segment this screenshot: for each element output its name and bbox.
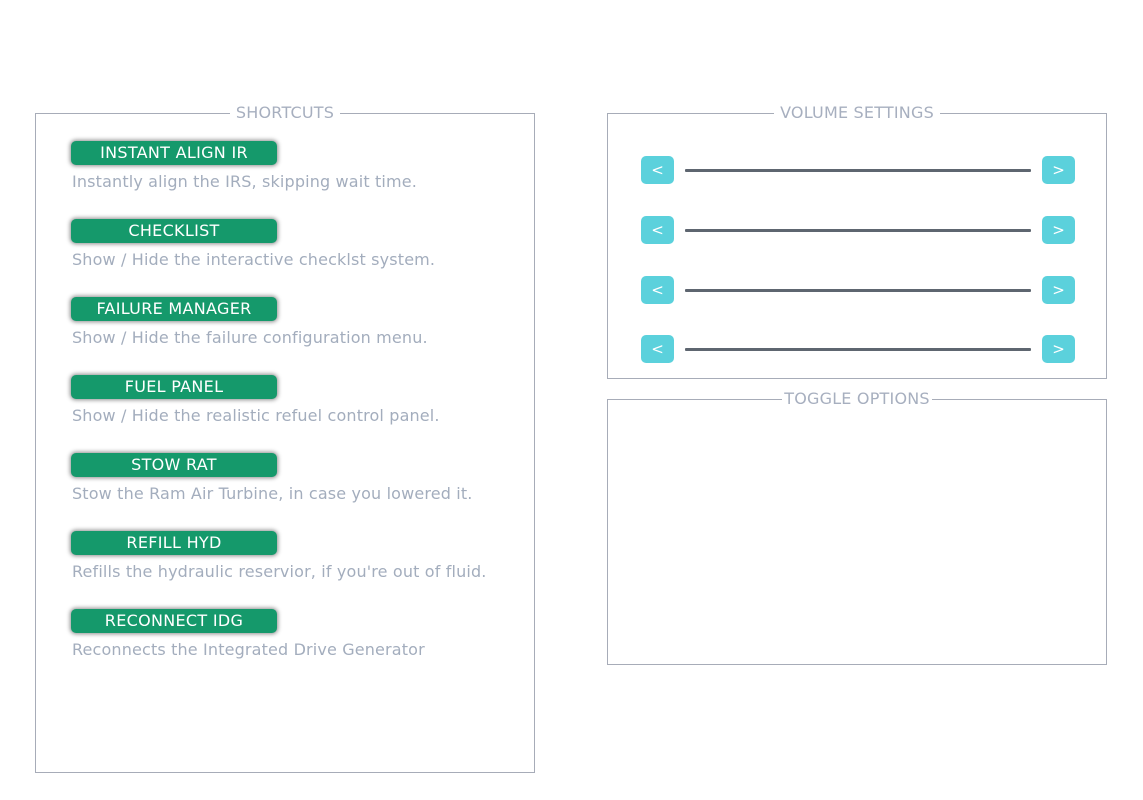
refill-hyd-description: Refills the hydraulic reservior, if you'…: [72, 562, 487, 581]
shortcuts-title-text: SHORTCUTS: [229, 103, 341, 122]
volume-increase-button[interactable]: >: [1042, 156, 1075, 184]
shortcuts-panel-title: SHORTCUTS: [36, 103, 534, 123]
checklist-description: Show / Hide the interactive checklst sys…: [72, 250, 436, 269]
volume-increase-button[interactable]: >: [1042, 335, 1075, 363]
volume-row: < >: [641, 335, 1075, 363]
shortcuts-panel: SHORTCUTS INSTANT ALIGN IR Instantly ali…: [35, 103, 535, 773]
shortcut-checklist: CHECKLIST Show / Hide the interactive ch…: [71, 219, 435, 269]
instant-align-ir-button[interactable]: INSTANT ALIGN IR: [71, 141, 277, 165]
volume-title-text: VOLUME SETTINGS: [774, 103, 940, 122]
volume-row: < >: [641, 216, 1075, 244]
volume-decrease-button[interactable]: <: [641, 335, 674, 363]
volume-decrease-button[interactable]: <: [641, 156, 674, 184]
stow-rat-button[interactable]: STOW RAT: [71, 453, 277, 477]
toggle-title-text: TOGGLE OPTIONS: [782, 389, 932, 408]
shortcut-fuel-panel: FUEL PANEL Show / Hide the realistic ref…: [71, 375, 440, 425]
refill-hyd-button[interactable]: REFILL HYD: [71, 531, 277, 555]
stow-rat-description: Stow the Ram Air Turbine, in case you lo…: [72, 484, 473, 503]
fuel-panel-button[interactable]: FUEL PANEL: [71, 375, 277, 399]
shortcut-instant-align: INSTANT ALIGN IR Instantly align the IRS…: [71, 141, 417, 191]
volume-increase-button[interactable]: >: [1042, 216, 1075, 244]
volume-panel-title: VOLUME SETTINGS: [608, 103, 1106, 123]
volume-row: < >: [641, 156, 1075, 184]
shortcut-refill-hyd: REFILL HYD Refills the hydraulic reservi…: [71, 531, 487, 581]
shortcut-failure-manager: FAILURE MANAGER Show / Hide the failure …: [71, 297, 428, 347]
instant-align-ir-description: Instantly align the IRS, skipping wait t…: [72, 172, 417, 191]
volume-decrease-button[interactable]: <: [641, 216, 674, 244]
volume-increase-button[interactable]: >: [1042, 276, 1075, 304]
volume-slider-track[interactable]: [685, 169, 1031, 172]
checklist-button[interactable]: CHECKLIST: [71, 219, 277, 243]
shortcut-stow-rat: STOW RAT Stow the Ram Air Turbine, in ca…: [71, 453, 473, 503]
fuel-panel-description: Show / Hide the realistic refuel control…: [72, 406, 440, 425]
reconnect-idg-description: Reconnects the Integrated Drive Generato…: [72, 640, 425, 659]
volume-row: < >: [641, 276, 1075, 304]
reconnect-idg-button[interactable]: RECONNECT IDG: [71, 609, 277, 633]
volume-slider-track[interactable]: [685, 348, 1031, 351]
toggle-panel-title: TOGGLE OPTIONS: [608, 389, 1106, 409]
failure-manager-button[interactable]: FAILURE MANAGER: [71, 297, 277, 321]
volume-decrease-button[interactable]: <: [641, 276, 674, 304]
shortcut-reconnect-idg: RECONNECT IDG Reconnects the Integrated …: [71, 609, 425, 659]
volume-slider-track[interactable]: [685, 289, 1031, 292]
failure-manager-description: Show / Hide the failure configuration me…: [72, 328, 428, 347]
toggle-options-panel: TOGGLE OPTIONS: [607, 389, 1107, 665]
volume-slider-track[interactable]: [685, 229, 1031, 232]
volume-settings-panel: VOLUME SETTINGS < > < > < > < >: [607, 103, 1107, 379]
